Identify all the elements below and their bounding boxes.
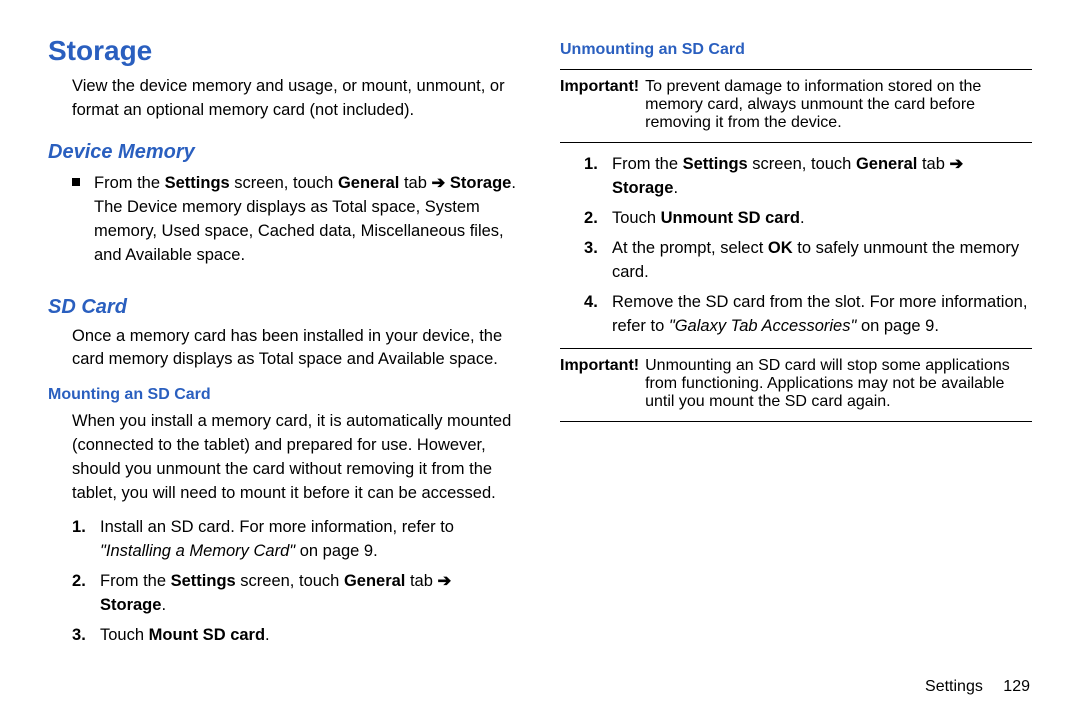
right-column: Unmounting an SD Card Important! To prev… bbox=[560, 35, 1032, 656]
footer-section: Settings bbox=[925, 678, 983, 695]
heading-mounting: Mounting an SD Card bbox=[48, 386, 520, 404]
u2-a: Touch bbox=[612, 209, 661, 227]
dm-settings: Settings bbox=[165, 174, 230, 192]
m2-storage: Storage bbox=[100, 596, 161, 614]
m3-mount: Mount SD card bbox=[149, 626, 265, 644]
m1-ref: "Installing a Memory Card" bbox=[100, 542, 295, 560]
mounting-intro: When you install a memory card, it is au… bbox=[48, 410, 520, 506]
u3-a: At the prompt, select bbox=[612, 239, 768, 257]
mounting-steps: Install an SD card. For more information… bbox=[48, 516, 520, 648]
u1-m1: screen, touch bbox=[748, 155, 856, 173]
unmount-step-3: At the prompt, select OK to safely unmou… bbox=[584, 237, 1032, 285]
device-memory-bullet: From the Settings screen, touch General … bbox=[48, 170, 520, 278]
dm-general: General bbox=[338, 174, 399, 192]
left-column: Storage View the device memory and usage… bbox=[48, 35, 520, 656]
dm-text-c: tab bbox=[399, 174, 431, 192]
u1-general: General bbox=[856, 155, 917, 173]
dm-text-b: screen, touch bbox=[230, 174, 338, 192]
m2-settings: Settings bbox=[171, 572, 236, 590]
sd-card-intro: Once a memory card has been installed in… bbox=[48, 325, 520, 373]
important-box-2: Important! Unmounting an SD card will st… bbox=[560, 348, 1032, 422]
mount-step-2: From the Settings screen, touch General … bbox=[72, 570, 520, 618]
u2-unmount: Unmount SD card bbox=[661, 209, 800, 227]
u1-end: . bbox=[673, 179, 678, 197]
heading-device-memory: Device Memory bbox=[48, 141, 520, 164]
page-footer: Settings 129 bbox=[925, 678, 1030, 696]
important-2-text: Unmounting an SD card will stop some app… bbox=[645, 357, 1032, 411]
heading-unmounting: Unmounting an SD Card bbox=[560, 41, 1032, 59]
u1-storage: Storage bbox=[612, 179, 673, 197]
unmount-step-1: From the Settings screen, touch General … bbox=[584, 153, 1032, 201]
m1-b: on page 9. bbox=[295, 542, 378, 560]
important-label: Important! bbox=[560, 357, 639, 411]
u1-settings: Settings bbox=[683, 155, 748, 173]
m1-a: Install an SD card. For more information… bbox=[100, 518, 454, 536]
arrow-icon: ➔ bbox=[432, 174, 446, 192]
m3-a: Touch bbox=[100, 626, 149, 644]
u1-a: From the bbox=[612, 155, 683, 173]
u4-b: on page 9. bbox=[856, 317, 939, 335]
unmounting-steps: From the Settings screen, touch General … bbox=[560, 153, 1032, 338]
m3-end: . bbox=[265, 626, 270, 644]
heading-storage: Storage bbox=[48, 35, 520, 67]
m2-end: . bbox=[161, 596, 166, 614]
u4-ref: "Galaxy Tab Accessories" bbox=[669, 317, 857, 335]
m2-m2: tab bbox=[405, 572, 437, 590]
footer-page-number: 129 bbox=[1003, 678, 1030, 695]
arrow-icon: ➔ bbox=[950, 155, 964, 173]
mount-step-1: Install an SD card. For more information… bbox=[72, 516, 520, 564]
dm-text-a: From the bbox=[94, 174, 165, 192]
important-1-text: To prevent damage to information stored … bbox=[645, 78, 1032, 132]
m2-general: General bbox=[344, 572, 405, 590]
u3-ok: OK bbox=[768, 239, 793, 257]
important-label: Important! bbox=[560, 78, 639, 132]
storage-intro: View the device memory and usage, or mou… bbox=[48, 75, 520, 123]
unmount-step-2: Touch Unmount SD card. bbox=[584, 207, 1032, 231]
m2-m1: screen, touch bbox=[236, 572, 344, 590]
dm-storage: Storage bbox=[450, 174, 511, 192]
square-bullet-icon bbox=[72, 178, 80, 186]
unmount-step-4: Remove the SD card from the slot. For mo… bbox=[584, 291, 1032, 339]
u1-m2: tab bbox=[917, 155, 949, 173]
important-box-1: Important! To prevent damage to informat… bbox=[560, 69, 1032, 143]
mount-step-3: Touch Mount SD card. bbox=[72, 624, 520, 648]
u2-end: . bbox=[800, 209, 805, 227]
arrow-icon: ➔ bbox=[438, 572, 452, 590]
m2-a: From the bbox=[100, 572, 171, 590]
heading-sd-card: SD Card bbox=[48, 296, 520, 319]
